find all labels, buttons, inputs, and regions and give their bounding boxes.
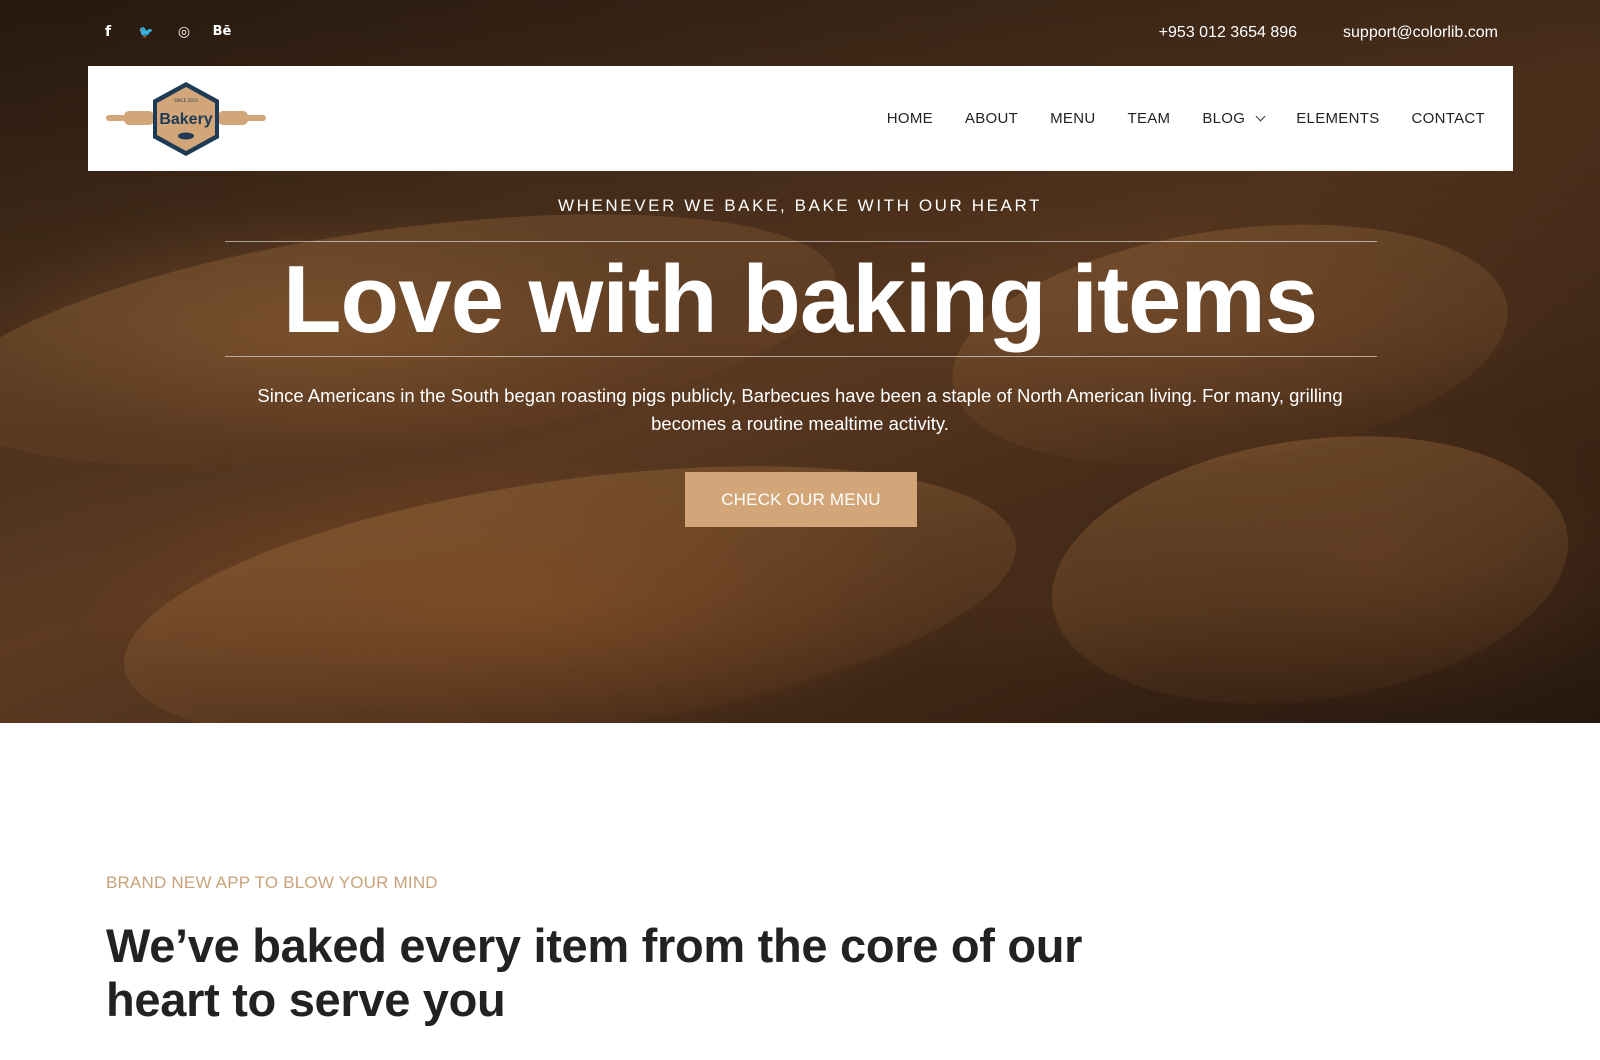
about-eyebrow: BRAND NEW APP TO BLOW YOUR MIND (106, 873, 438, 892)
about-section: BRAND NEW APP TO BLOW YOUR MIND We’ve ba… (0, 723, 1600, 1060)
nav-about-label: ABOUT (964, 110, 1019, 127)
nav-contact[interactable]: CONTACT (1412, 110, 1485, 127)
facebook-icon[interactable]: f (98, 22, 118, 42)
dribbble-icon[interactable]: ◎ (174, 22, 194, 42)
hero-tagline: WHENEVER WE BAKE, BAKE WITH OUR HEART (557, 196, 1043, 215)
phone-link[interactable]: +953 012 3654 896 (1159, 22, 1297, 44)
nav-team-label: TEAM (1127, 110, 1171, 127)
check-menu-button[interactable]: CHECK OUR MENU (685, 472, 917, 527)
email-link[interactable]: support@colorlib.com (1343, 22, 1498, 44)
social-links: f 🐦 ◎ Bē (98, 22, 232, 42)
nav-blog[interactable]: BLOG (1202, 110, 1266, 127)
about-heading: We’ve baked every item from the core of … (106, 919, 1083, 1026)
hero-divider-bottom (225, 356, 1377, 357)
nav-team[interactable]: TEAM (1127, 110, 1170, 127)
hero-title: Love with baking items (282, 246, 1318, 353)
contact-info: +953 012 3654 896 support@colorlib.com (1159, 22, 1498, 44)
logo-small-text: SINCE 2010 (174, 98, 198, 103)
nav-home[interactable]: HOME (887, 110, 933, 127)
bakery-logo[interactable]: SINCE 2010 Bakery (106, 80, 266, 158)
top-bar: f 🐦 ◎ Bē +953 012 3654 896 support@color… (0, 0, 1600, 66)
nav-blog-label: BLOG (1202, 110, 1246, 127)
nav-elements[interactable]: ELEMENTS (1296, 110, 1379, 127)
chevron-down-icon (1255, 111, 1266, 122)
main-navbar: SINCE 2010 Bakery HOME ABOUT MENU TEAM B… (88, 66, 1513, 171)
twitter-icon[interactable]: 🐦 (136, 22, 156, 42)
nav-contact-label: CONTACT (1411, 110, 1485, 127)
nav-about[interactable]: ABOUT (965, 110, 1018, 127)
nav-menu: HOME ABOUT MENU TEAM BLOG ELEMENTS CONTA… (887, 66, 1485, 171)
nav-elements-label: ELEMENTS (1296, 110, 1380, 127)
logo-text: Bakery (159, 111, 212, 128)
nav-home-label: HOME (886, 110, 933, 127)
hero-divider-top (225, 241, 1377, 242)
nav-menu-label: MENU (1050, 110, 1096, 127)
hero-description: Since Americans in the South began roast… (257, 385, 1343, 434)
nav-menu[interactable]: MENU (1050, 110, 1095, 127)
behance-icon[interactable]: Bē (212, 22, 232, 42)
